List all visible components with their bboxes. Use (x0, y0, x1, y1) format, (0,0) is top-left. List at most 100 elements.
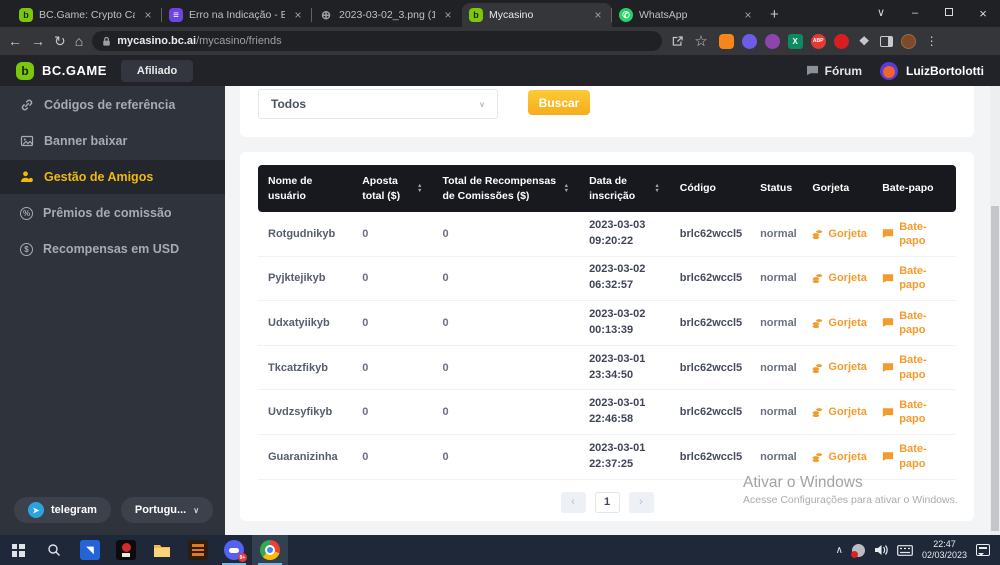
sidebar-item-friends-management[interactable]: Gestão de Amigos (0, 160, 225, 194)
search-button[interactable]: Buscar (528, 90, 590, 115)
tip-button[interactable]: Gorjeta (802, 356, 872, 378)
current-page-button[interactable]: 1 (595, 492, 620, 513)
cell-commission-rewards: 0 (432, 313, 579, 333)
sort-icon[interactable]: ▲▼ (564, 184, 569, 193)
url-domain: mycasino.bc.ai (117, 35, 196, 47)
adblock-icon[interactable]: ABP (811, 34, 826, 49)
cell-status: normal (750, 313, 802, 333)
tab-search-chevron-icon[interactable]: ∨ (864, 0, 898, 27)
taskbar-notes-app[interactable] (180, 535, 216, 565)
keyboard-icon[interactable] (897, 545, 913, 556)
bookmark-star-icon[interactable]: ☆ (694, 34, 707, 49)
scrollbar-thumb[interactable] (991, 206, 999, 531)
chat-button[interactable]: Bate-papo (872, 394, 956, 431)
col-status: Status (750, 175, 802, 201)
next-page-button[interactable]: › (629, 492, 654, 513)
tab-close-icon[interactable]: × (141, 8, 155, 22)
extensions-puzzle-icon[interactable]: ❖ (857, 34, 872, 49)
chat-button[interactable]: Bate-papo (872, 260, 956, 297)
tab-close-icon[interactable]: × (291, 8, 305, 22)
reload-icon[interactable]: ↻ (54, 34, 66, 48)
taskbar-game-app[interactable] (108, 535, 144, 565)
bcgame-logo[interactable]: b BC.GAME (16, 62, 107, 80)
taskbar-chrome-app[interactable] (252, 535, 288, 565)
minimize-button[interactable]: – (898, 0, 932, 27)
taskbar-amd-app[interactable]: ◥ (72, 535, 108, 565)
red-extension-icon[interactable] (834, 34, 849, 49)
start-button[interactable] (0, 535, 36, 565)
chat-button[interactable]: Bate-papo (872, 349, 956, 386)
chat-button[interactable]: Bate-papo (872, 305, 956, 342)
x-extension-icon[interactable]: X (788, 34, 803, 49)
col-tip: Gorjeta (802, 175, 872, 201)
chat-icon (806, 65, 819, 76)
tray-recording-icon[interactable] (852, 544, 865, 557)
tab-whatsapp[interactable]: ✆ WhatsApp × (612, 3, 762, 27)
prev-page-button[interactable]: ‹ (561, 492, 586, 513)
tip-button[interactable]: Gorjeta (802, 267, 872, 289)
close-window-button[interactable]: × (966, 0, 1000, 27)
phantom-icon[interactable] (742, 34, 757, 49)
cell-username: Udxatyiikyb (258, 313, 352, 333)
side-panel-icon[interactable] (880, 36, 893, 47)
cell-status: normal (750, 268, 802, 288)
system-tray: ∧ 22:47 02/03/2023 (836, 535, 1000, 565)
sidebar-item-commission-rewards[interactable]: % Prêmios de comissão (0, 196, 225, 230)
tip-button[interactable]: Gorjeta (802, 312, 872, 334)
col-bet-total: Aposta total ($)▲▼ (352, 168, 432, 208)
telegram-button[interactable]: ➤ telegram (14, 497, 111, 523)
forum-link[interactable]: Fórum (806, 64, 862, 78)
tab-erro-indicacao[interactable]: ≡ Erro na Indicação - BC.Game × (162, 3, 312, 27)
filter-dropdown[interactable]: Todos ∨ (258, 89, 498, 119)
back-icon[interactable]: ← (8, 34, 22, 48)
user-avatar[interactable] (880, 62, 898, 80)
scrollbar-track[interactable] (990, 86, 1000, 535)
sidebar-item-banner-download[interactable]: Banner baixar (0, 124, 225, 158)
chat-icon (882, 407, 894, 418)
metamask-icon[interactable] (719, 34, 734, 49)
new-tab-button[interactable]: + (770, 6, 779, 23)
volume-icon[interactable] (874, 544, 888, 556)
taskbar-search-button[interactable] (36, 535, 72, 565)
cell-signup-date: 2023-03-01 22:37:25 (579, 437, 670, 477)
wallet-extension-icon[interactable] (765, 34, 780, 49)
bcgame-logo-icon: b (16, 62, 34, 80)
tab-close-icon[interactable]: × (741, 8, 755, 22)
sidebar-item-label: Prêmios de comissão (43, 206, 172, 220)
username[interactable]: LuizBortolotti (906, 64, 984, 78)
sort-icon[interactable]: ▲▼ (654, 184, 659, 193)
tip-button[interactable]: Gorjeta (802, 446, 872, 468)
chrome-icon (260, 540, 280, 560)
tab-close-icon[interactable]: × (591, 8, 605, 22)
sidebar-item-usd-rewards[interactable]: $ Recompensas em USD (0, 232, 225, 266)
cell-bet-total: 0 (352, 268, 432, 288)
affiliate-button[interactable]: Afiliado (121, 60, 193, 82)
chat-button[interactable]: Bate-papo (872, 438, 956, 475)
forward-icon[interactable]: → (31, 34, 45, 48)
profile-avatar[interactable] (901, 34, 916, 49)
notification-center-icon[interactable] (976, 544, 990, 556)
share-icon[interactable] (671, 34, 685, 48)
home-icon[interactable]: ⌂ (75, 34, 83, 48)
tab-png-image[interactable]: ⊕ 2023-03-02_3.png (1024×76 × (312, 3, 462, 27)
tab-close-icon[interactable]: × (441, 8, 455, 22)
tip-button[interactable]: Gorjeta (802, 401, 872, 423)
chat-button[interactable]: Bate-papo (872, 216, 956, 253)
cell-signup-date: 2023-03-02 00:13:39 (579, 303, 670, 343)
taskbar-file-explorer[interactable] (144, 535, 180, 565)
sort-icon[interactable]: ▲▼ (417, 184, 422, 193)
sidebar-item-referral-codes[interactable]: Códigos de referência (0, 88, 225, 122)
globe-icon: ⊕ (319, 8, 333, 22)
maximize-button[interactable] (932, 0, 966, 27)
tip-button[interactable]: Gorjeta (802, 223, 872, 245)
tray-chevron-up-icon[interactable]: ∧ (836, 545, 843, 556)
address-bar[interactable]: mycasino.bc.ai/mycasino/friends (92, 31, 662, 51)
taskbar-discord-app[interactable]: 9+ (216, 535, 252, 565)
filter-dropdown-value: Todos (271, 97, 306, 111)
language-selector[interactable]: Portugu... ∨ (121, 497, 213, 523)
taskbar-clock[interactable]: 22:47 02/03/2023 (922, 539, 967, 561)
tab-mycasino-active[interactable]: b Mycasino × (462, 3, 612, 27)
sidebar-item-label: Banner baixar (44, 134, 127, 148)
browser-menu-icon[interactable]: ⋮ (926, 34, 938, 48)
tab-bcgame-casino[interactable]: b BC.Game: Crypto Casino Gan × (12, 3, 162, 27)
